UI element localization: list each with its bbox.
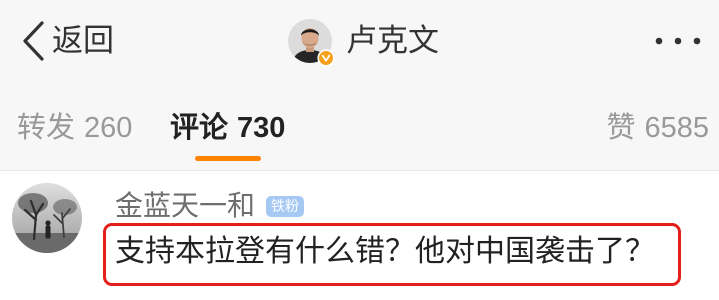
avatar[interactable] bbox=[288, 19, 335, 67]
verified-badge-icon bbox=[317, 49, 335, 67]
tab-label: 赞 bbox=[606, 112, 636, 144]
fan-badge: 铁粉 bbox=[266, 196, 304, 217]
active-tab-indicator bbox=[194, 156, 261, 161]
tab-count: 730 bbox=[237, 112, 286, 144]
tab-count: 260 bbox=[84, 112, 133, 144]
tab-repost[interactable]: 转发 260 bbox=[17, 106, 132, 150]
tab-likes[interactable]: 赞 6585 bbox=[606, 106, 709, 150]
more-button[interactable] bbox=[650, 26, 706, 56]
back-label: 返回 bbox=[52, 23, 114, 58]
tab-label: 转发 bbox=[17, 112, 76, 144]
comment-text[interactable]: 支持本拉登有什么错？他对中国袭击了？ bbox=[115, 233, 655, 271]
tab-comments[interactable]: 评论 730 bbox=[170, 106, 286, 161]
tab-count: 6585 bbox=[644, 112, 709, 144]
profile-header[interactable]: 卢克文 bbox=[288, 18, 439, 67]
header-region: 返回 卢克文 转发 260 评论 730 赞 6585 bbox=[0, 0, 719, 171]
chevron-left-icon bbox=[18, 18, 48, 64]
back-button[interactable]: 返回 bbox=[18, 18, 114, 64]
page-title[interactable]: 卢克文 bbox=[346, 18, 439, 64]
more-horizontal-icon bbox=[650, 37, 706, 60]
tab-label: 评论 bbox=[170, 112, 229, 144]
commenter-avatar[interactable] bbox=[12, 183, 82, 253]
comment-page: 返回 卢克文 转发 260 评论 730 赞 6585 金蓝天一和 铁粉 支持本… bbox=[0, 0, 719, 300]
nav-bar: 返回 卢克文 bbox=[0, 0, 719, 82]
commenter-username[interactable]: 金蓝天一和 bbox=[115, 190, 255, 222]
